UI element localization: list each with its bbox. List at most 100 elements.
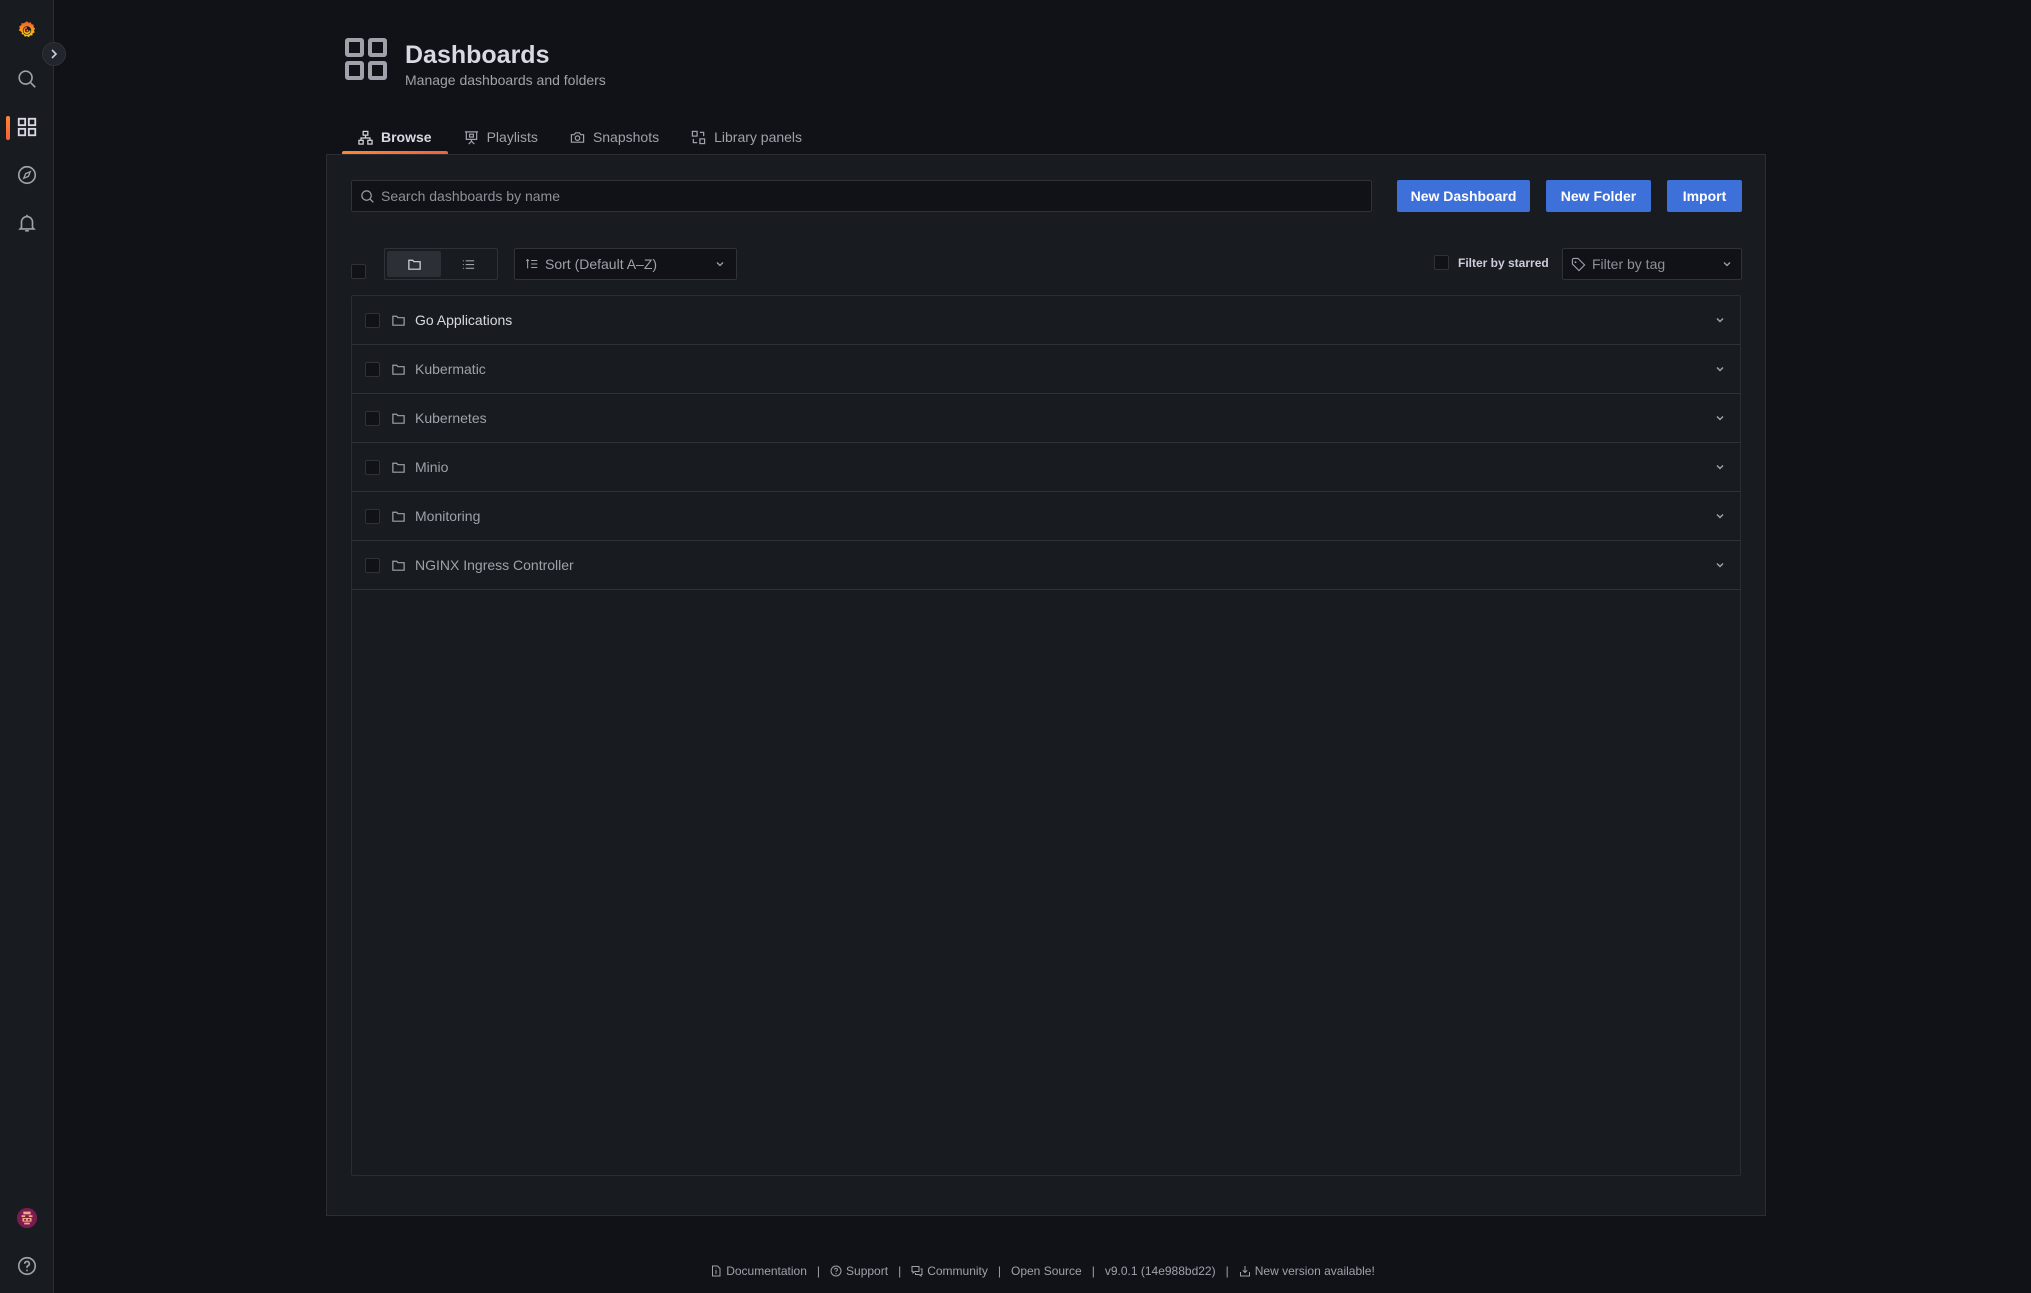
folder-row-nginx-ingress-controller[interactable]: NGINX Ingress Controller: [352, 541, 1740, 590]
question-circle-icon: [830, 1265, 842, 1277]
search-input[interactable]: [381, 188, 1342, 204]
sidebar-item-dashboards[interactable]: [0, 107, 54, 147]
folder-name: Monitoring: [415, 508, 481, 524]
folder-name: Minio: [415, 459, 449, 475]
row-checkbox[interactable]: [365, 312, 380, 328]
community-link[interactable]: Community: [911, 1264, 988, 1278]
support-link[interactable]: Support: [830, 1264, 888, 1278]
folder-icon: [392, 560, 405, 571]
separator: |: [816, 1264, 821, 1278]
tab-bar: Browse Playlists Snapshots Library panel…: [342, 122, 818, 155]
search-icon: [361, 189, 374, 203]
tab-label: Snapshots: [592, 129, 660, 145]
separator: |: [1091, 1264, 1095, 1278]
dashboards-icon: [17, 117, 37, 137]
search-icon: [18, 70, 36, 88]
page-header: Dashboards Manage dashboards and folders: [345, 38, 606, 88]
sidebar-item-search[interactable]: [0, 59, 54, 99]
folder-name: NGINX Ingress Controller: [415, 557, 574, 573]
new-folder-button[interactable]: New Folder: [1546, 180, 1651, 212]
row-checkbox[interactable]: [365, 459, 380, 475]
sort-select[interactable]: Sort (Default A–Z): [514, 248, 737, 280]
chevron-down-icon[interactable]: [1714, 363, 1726, 375]
sidebar-item-profile[interactable]: [0, 1198, 54, 1238]
sidebar: [0, 0, 66, 1293]
version-label: v9.0.1 (14e988bd22): [1104, 1264, 1216, 1278]
search-field[interactable]: [351, 180, 1372, 212]
separator: |: [1225, 1264, 1229, 1278]
chevron-down-icon: [716, 262, 724, 267]
folder-name: Kubermatic: [415, 361, 486, 377]
tab-label: Library panels: [714, 129, 803, 145]
sidebar-item-explore[interactable]: [0, 155, 54, 195]
new-version-label: New version available!: [1254, 1264, 1375, 1278]
row-checkbox[interactable]: [365, 508, 380, 524]
dashboards-icon: [345, 38, 387, 80]
list-view-button[interactable]: [441, 251, 495, 277]
starred-label: Filter by starred: [1458, 255, 1549, 270]
folder-icon: [407, 259, 421, 270]
folder-icon: [392, 364, 405, 375]
new-dashboard-button[interactable]: New Dashboard: [1397, 180, 1530, 212]
folder-icon: [392, 413, 405, 424]
row-checkbox[interactable]: [365, 410, 380, 426]
comments-icon: [911, 1266, 923, 1277]
avatar: [16, 1207, 38, 1229]
separator: |: [898, 1264, 902, 1278]
footer: Documentation | Support | Community | Op…: [0, 1264, 2031, 1278]
folder-list: Go Applications Kubermatic Kubernetes Mi…: [351, 295, 1741, 1176]
presentation-icon: [464, 130, 478, 144]
chevron-down-icon[interactable]: [1714, 461, 1726, 473]
folder-name: Kubernetes: [415, 410, 487, 426]
folder-row-kubermatic[interactable]: Kubermatic: [352, 345, 1740, 394]
starred-checkbox[interactable]: [1434, 255, 1449, 270]
grafana-logo-icon: [18, 21, 36, 38]
community-label: Community: [927, 1264, 988, 1278]
folder-icon: [392, 511, 405, 522]
library-panels-icon: [691, 130, 706, 144]
chevron-down-icon[interactable]: [1714, 559, 1726, 571]
sitemap-icon: [358, 130, 373, 145]
row-checkbox[interactable]: [365, 557, 380, 573]
tab-label: Playlists: [486, 129, 538, 145]
import-button[interactable]: Import: [1667, 180, 1742, 212]
view-mode-toggle: [384, 248, 498, 280]
chevron-down-icon[interactable]: [1714, 412, 1726, 424]
chevron-down-icon[interactable]: [1714, 314, 1726, 326]
filter-by-starred[interactable]: Filter by starred: [1434, 255, 1549, 270]
open-source-label: Open Source: [1011, 1264, 1082, 1278]
tag-filter-placeholder: Filter by tag: [1592, 256, 1666, 272]
sort-icon: [525, 258, 538, 269]
folder-icon: [392, 315, 405, 326]
folder-name: Go Applications: [415, 312, 513, 328]
folder-icon: [392, 462, 405, 473]
download-icon: [1239, 1266, 1250, 1277]
folder-view-button[interactable]: [387, 251, 441, 277]
tab-snapshots[interactable]: Snapshots: [554, 122, 675, 152]
filter-by-tag-select[interactable]: Filter by tag: [1562, 248, 1742, 280]
page-title: Dashboards: [405, 41, 550, 69]
tab-label: Browse: [381, 129, 432, 145]
folder-row-monitoring[interactable]: Monitoring: [352, 492, 1740, 541]
select-all-checkbox[interactable]: [351, 264, 366, 279]
tab-browse[interactable]: Browse: [342, 122, 448, 155]
row-checkbox[interactable]: [365, 361, 380, 377]
sidebar-item-alerting[interactable]: [0, 203, 54, 243]
tab-playlists[interactable]: Playlists: [448, 122, 554, 152]
document-info-icon: [712, 1265, 721, 1277]
support-label: Support: [846, 1264, 889, 1278]
new-version-link[interactable]: New version available!: [1239, 1264, 1375, 1278]
folder-row-kubernetes[interactable]: Kubernetes: [352, 394, 1740, 443]
folder-row-minio[interactable]: Minio: [352, 443, 1740, 492]
chevron-down-icon[interactable]: [1714, 510, 1726, 522]
tab-library-panels[interactable]: Library panels: [675, 122, 818, 152]
browse-panel: New Dashboard New Folder Import Sort (De…: [326, 154, 1766, 1216]
documentation-link[interactable]: Documentation: [710, 1264, 807, 1278]
open-source-link[interactable]: Open Source: [1011, 1264, 1082, 1278]
separator: |: [997, 1264, 1001, 1278]
expand-sidebar-button[interactable]: [42, 42, 66, 66]
chevron-right-icon: [51, 49, 58, 59]
folder-row-go-applications[interactable]: Go Applications: [352, 296, 1740, 345]
sort-label: Sort (Default A–Z): [545, 256, 658, 272]
chevron-down-icon: [1723, 262, 1731, 267]
